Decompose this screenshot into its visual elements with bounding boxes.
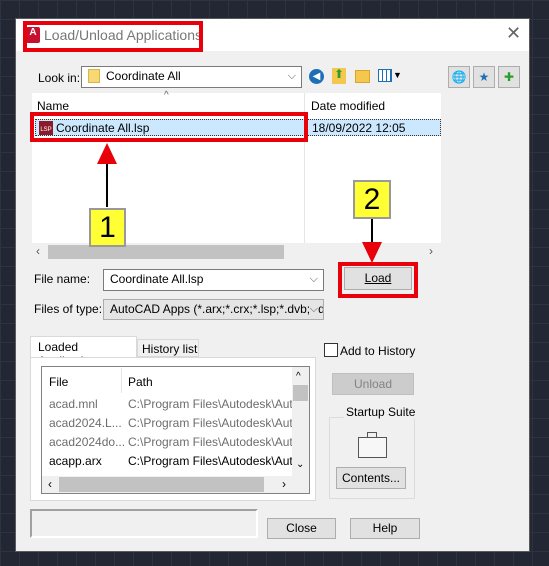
- file-type-combo[interactable]: AutoCAD Apps (*.arx;*.crx;*.lsp;*.dvb;*.…: [103, 299, 324, 320]
- briefcase-handle: [367, 432, 377, 438]
- loaded-row[interactable]: acad2024.L...: [49, 416, 122, 430]
- loaded-row[interactable]: acapp.arx: [49, 454, 102, 468]
- loaded-row[interactable]: acad2024do...: [49, 435, 125, 449]
- title-highlight: [23, 21, 203, 52]
- horizontal-scrollbar[interactable]: ‹ ›: [42, 476, 309, 493]
- row-file: acad.mnl: [49, 397, 98, 411]
- scroll-thumb[interactable]: [48, 245, 284, 259]
- close-icon[interactable]: ✕: [506, 23, 521, 44]
- loaded-row-path: C:\Program Files\Autodesk\AutoCA.: [128, 416, 310, 430]
- file-name-label: File name:: [34, 272, 91, 286]
- step-2-label: 2: [353, 180, 391, 219]
- views-dropdown-arrow[interactable]: ▼: [393, 70, 402, 80]
- unload-label: Unload: [353, 377, 393, 391]
- load-unload-dialog: A Load/Unload Applications ✕ Look in: Co…: [15, 18, 530, 552]
- tab-history-list[interactable]: History list: [137, 339, 199, 357]
- search-web-icon[interactable]: 🌐: [448, 66, 470, 88]
- status-box: [30, 509, 258, 538]
- scroll-down-icon[interactable]: ⌄: [296, 459, 304, 470]
- contents-button[interactable]: Contents...: [336, 467, 406, 489]
- file-type-value: AutoCAD Apps (*.arx;*.crx;*.lsp;*.dvb;*.…: [110, 302, 324, 316]
- file-type-label: Files of type:: [34, 302, 103, 316]
- folder-icon: [88, 69, 100, 83]
- up-folder-icon[interactable]: ⬆: [332, 68, 346, 84]
- help-label: Help: [372, 521, 398, 535]
- back-icon[interactable]: ◀: [309, 69, 324, 84]
- scroll-left-icon[interactable]: ‹: [36, 244, 40, 258]
- loaded-row-path: C:\Program Files\Autodesk\AutoCA.: [128, 397, 310, 411]
- look-in-combo[interactable]: Coordinate All ⌵: [81, 66, 302, 88]
- column-name[interactable]: Name: [37, 99, 69, 113]
- scroll-right-icon[interactable]: ›: [282, 477, 286, 491]
- views-menu-icon[interactable]: [378, 69, 392, 82]
- arrow-2-head: [362, 242, 382, 263]
- scroll-up-icon[interactable]: ^: [296, 371, 301, 382]
- contents-label: Contents...: [341, 471, 401, 485]
- column-divider: [121, 368, 122, 393]
- loaded-row[interactable]: acad.mnl: [49, 397, 98, 411]
- arrow-1-head: [97, 143, 117, 164]
- row-file: acad2024do...: [49, 435, 126, 449]
- load-highlight: [338, 262, 418, 298]
- scroll-left-icon[interactable]: ‹: [48, 477, 52, 491]
- file-name-value: Coordinate All.lsp: [110, 272, 204, 286]
- row-path: C:\Program Files\Autodesk\AutoCA.: [128, 435, 310, 449]
- tab-label: History list: [142, 342, 198, 356]
- sort-arrow-icon: ^: [164, 90, 169, 101]
- row-path: C:\Program Files\Autodesk\AutoCA.: [128, 454, 310, 468]
- add-favorite-icon[interactable]: ✚: [498, 66, 520, 88]
- step-1-label: 1: [89, 208, 126, 247]
- scroll-thumb[interactable]: [293, 385, 308, 401]
- scroll-right-icon[interactable]: ›: [429, 244, 433, 258]
- column-file[interactable]: File: [49, 375, 68, 389]
- close-button[interactable]: Close: [267, 518, 336, 539]
- loaded-applications-panel: File Path acad.mnl C:\Program Files\Auto…: [30, 357, 316, 501]
- row-path: C:\Program Files\Autodesk\AutoCA.: [128, 416, 310, 430]
- startup-suite-label: Startup Suite: [344, 405, 418, 419]
- look-in-value: Coordinate All: [106, 69, 181, 83]
- column-date-modified[interactable]: Date modified: [311, 99, 385, 113]
- new-folder-icon[interactable]: [355, 70, 370, 83]
- loaded-row-path: C:\Program Files\Autodesk\AutoCA.: [128, 454, 310, 468]
- file-highlight: [30, 112, 308, 142]
- column-path[interactable]: Path: [128, 375, 153, 389]
- chevron-down-icon: ⌵: [287, 70, 296, 82]
- row-path: C:\Program Files\Autodesk\AutoCA.: [128, 397, 310, 411]
- help-button[interactable]: Help: [350, 518, 420, 539]
- file-name-combo[interactable]: Coordinate All.lsp ⌵: [103, 269, 324, 291]
- arrow-1-line: [106, 161, 108, 207]
- close-label: Close: [286, 521, 317, 535]
- loaded-row-path: C:\Program Files\Autodesk\AutoCA.: [128, 435, 310, 449]
- favorites-icon[interactable]: ★: [473, 66, 495, 88]
- loaded-list[interactable]: File Path acad.mnl C:\Program Files\Auto…: [41, 366, 310, 494]
- add-to-history-label[interactable]: Add to History: [340, 344, 415, 358]
- chevron-down-icon: ⌵: [309, 300, 318, 319]
- tab-loaded-applications[interactable]: Loaded Applications: [30, 336, 137, 368]
- briefcase-icon: [358, 437, 387, 458]
- row-file: acad2024.L...: [49, 416, 122, 430]
- look-in-label: Look in:: [38, 71, 81, 85]
- file-row-date: 18/09/2022 12:05: [312, 121, 406, 135]
- vertical-scrollbar[interactable]: ^ ⌄: [292, 367, 309, 476]
- scroll-thumb[interactable]: [59, 477, 264, 492]
- row-file: acapp.arx: [49, 454, 102, 468]
- add-to-history-checkbox[interactable]: [324, 343, 338, 357]
- chevron-down-icon: ⌵: [309, 273, 318, 285]
- unload-button[interactable]: Unload: [332, 373, 414, 395]
